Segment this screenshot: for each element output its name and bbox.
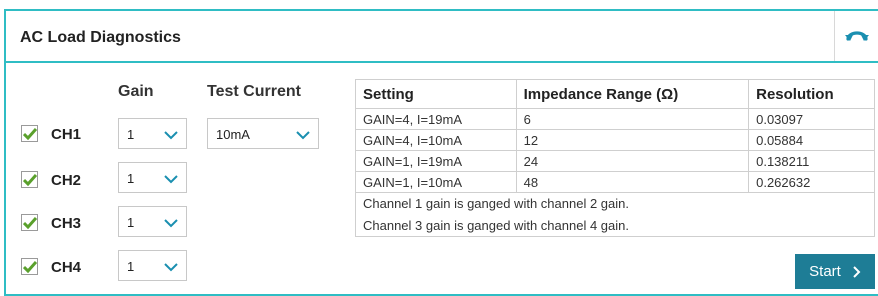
- table-row: GAIN=4, I=19mA 6 0.03097: [355, 108, 875, 130]
- ch3-gain-select[interactable]: 1: [118, 206, 187, 237]
- checkmark-icon: [22, 216, 37, 229]
- impedance-settings-table: Setting Impedance Range (Ω) Resolution G…: [355, 79, 875, 237]
- ch4-label: CH4: [51, 259, 82, 276]
- ch3-checkbox[interactable]: [21, 214, 38, 231]
- ch2-gain-select[interactable]: 1: [118, 162, 187, 193]
- column-header-resolution: Resolution: [748, 79, 875, 109]
- chevron-down-icon: [164, 219, 178, 228]
- table-row: GAIN=1, I=19mA 24 0.138211: [355, 150, 875, 172]
- gang-note-ch1-ch2: Channel 1 gain is ganged with channel 2 …: [355, 192, 875, 215]
- ch3-gain-value: 1: [127, 215, 135, 230]
- ch1-label: CH1: [51, 126, 82, 143]
- table-note-row: Channel 3 gain is ganged with channel 4 …: [355, 214, 875, 237]
- table-cell: 6: [515, 108, 750, 130]
- ch2-label: CH2: [51, 172, 82, 189]
- ch2-gain-value: 1: [127, 171, 135, 186]
- table-cell: 0.138211: [748, 150, 875, 172]
- test-current-select[interactable]: 10mA: [207, 118, 319, 149]
- ch2-checkbox[interactable]: [21, 171, 38, 188]
- table-cell: 48: [515, 171, 750, 193]
- test-current-column-label: Test Current: [207, 83, 301, 100]
- column-header-setting: Setting: [355, 79, 517, 109]
- start-button-label: Start: [809, 263, 841, 280]
- ch4-gain-value: 1: [127, 259, 135, 274]
- checkmark-icon: [22, 173, 37, 186]
- ch1-checkbox[interactable]: [21, 125, 38, 142]
- table-cell: 0.03097: [748, 108, 875, 130]
- panel-header: AC Load Diagnostics: [6, 11, 878, 63]
- ch1-gain-select[interactable]: 1: [118, 118, 187, 149]
- start-button[interactable]: Start: [795, 254, 875, 289]
- table-cell: GAIN=1, I=10mA: [355, 171, 517, 193]
- chevron-down-icon: [164, 131, 178, 140]
- table-cell: 12: [515, 129, 750, 151]
- column-header-impedance-range: Impedance Range (Ω): [515, 79, 750, 109]
- table-cell: 24: [515, 150, 750, 172]
- table-cell: GAIN=4, I=10mA: [355, 129, 517, 151]
- test-current-value: 10mA: [216, 127, 250, 142]
- ch4-checkbox[interactable]: [21, 258, 38, 275]
- panel-title: AC Load Diagnostics: [20, 29, 181, 46]
- gang-note-ch3-ch4: Channel 3 gain is ganged with channel 4 …: [355, 214, 875, 237]
- checkmark-icon: [22, 127, 37, 140]
- refresh-icon[interactable]: [842, 23, 872, 49]
- table-cell: 0.05884: [748, 129, 875, 151]
- table-header-row: Setting Impedance Range (Ω) Resolution: [355, 79, 875, 109]
- chevron-right-icon: [853, 265, 861, 278]
- ch1-gain-value: 1: [127, 127, 135, 142]
- ch3-label: CH3: [51, 215, 82, 232]
- table-note-row: Channel 1 gain is ganged with channel 2 …: [355, 192, 875, 215]
- header-divider: [834, 11, 835, 61]
- table-cell: GAIN=4, I=19mA: [355, 108, 517, 130]
- ch4-gain-select[interactable]: 1: [118, 250, 187, 281]
- chevron-down-icon: [164, 263, 178, 272]
- chevron-down-icon: [296, 131, 310, 140]
- chevron-down-icon: [164, 175, 178, 184]
- checkmark-icon: [22, 260, 37, 273]
- table-row: GAIN=1, I=10mA 48 0.262632: [355, 171, 875, 193]
- table-cell: GAIN=1, I=19mA: [355, 150, 517, 172]
- gain-column-label: Gain: [118, 83, 154, 100]
- table-row: GAIN=4, I=10mA 12 0.05884: [355, 129, 875, 151]
- table-cell: 0.262632: [748, 171, 875, 193]
